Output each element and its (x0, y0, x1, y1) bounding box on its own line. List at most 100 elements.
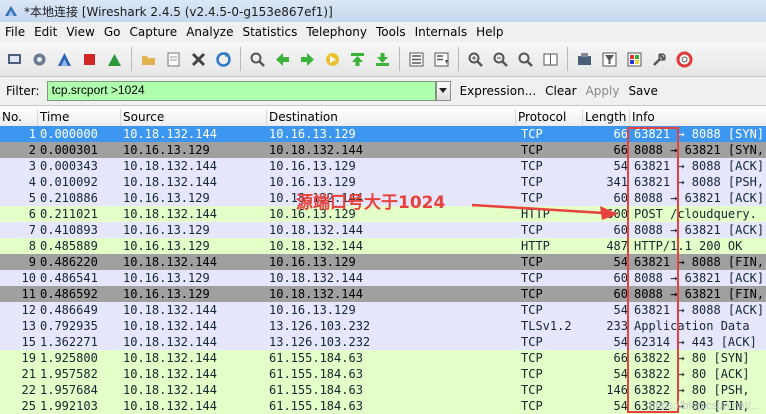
start-capture-button[interactable] (54, 49, 75, 70)
cell-length: 146 (606, 383, 628, 397)
cell-no: 8 (28, 239, 36, 253)
cell-protocol: TLSv1.2 (521, 319, 572, 333)
colorize-button[interactable] (406, 49, 427, 70)
column-source[interactable]: Source (121, 109, 267, 126)
cell-info: 63822 → 80 [ACK] (634, 367, 750, 381)
coloring-rules-button[interactable] (624, 49, 645, 70)
menu-go[interactable]: Go (100, 25, 125, 39)
cell-length: 487 (606, 239, 628, 253)
expression-button[interactable]: Expression... (460, 84, 537, 98)
cell-info: 8088 → 63821 [SYN, (634, 143, 765, 157)
menu-internals[interactable]: Internals (411, 25, 472, 39)
cell-destination: 10.18.132.144 (269, 271, 363, 285)
column-length[interactable]: Length (583, 109, 630, 126)
menu-file[interactable]: File (1, 25, 29, 39)
cell-info: 8088 → 63821 [ACK] (634, 191, 765, 205)
go-first-button[interactable] (347, 49, 368, 70)
packet-row[interactable]: 22 1.957684 10.18.132.144 61.155.184.63 TCP 1… (0, 382, 766, 398)
open-file-button[interactable] (138, 49, 159, 70)
find-packet-button[interactable] (247, 49, 268, 70)
interface-list-button[interactable] (4, 49, 25, 70)
packet-row[interactable]: 19 1.925800 10.18.132.144 61.155.184.63 TCP 6… (0, 350, 766, 366)
preferences-icon (653, 52, 666, 66)
column-no[interactable]: No. (0, 109, 38, 126)
zoom-in-button[interactable] (465, 49, 486, 70)
cell-protocol: TCP (521, 159, 543, 173)
cell-protocol: TCP (521, 383, 543, 397)
window-title: *本地连接 [Wireshark 2.4.5 (v2.4.5-0-g153e86… (24, 4, 333, 19)
zoom-normal-button[interactable] (515, 49, 536, 70)
packet-row[interactable]: 11 0.486592 10.16.13.129 10.18.132.144 TCP 60… (0, 286, 766, 302)
cell-protocol: TCP (521, 287, 543, 301)
auto-scroll-icon (434, 52, 449, 66)
packet-row[interactable]: 13 0.792935 10.18.132.144 13.126.103.232 TLS… (0, 318, 766, 334)
capture-options-button[interactable] (29, 49, 50, 70)
cell-protocol: TCP (521, 303, 543, 317)
packet-row[interactable]: 3 0.000343 10.18.132.144 10.16.13.129 TCP 54 6… (0, 158, 766, 174)
cell-source: 10.18.132.144 (123, 303, 217, 317)
go-back-button[interactable] (272, 49, 293, 70)
menu-tools[interactable]: Tools (372, 25, 410, 39)
wireshark-fin-icon (5, 6, 17, 16)
packet-row[interactable]: 12 0.486649 10.18.132.144 10.16.13.129 TCP 54… (0, 302, 766, 318)
resize-columns-button[interactable] (540, 49, 561, 70)
packet-row[interactable]: 15 1.362271 10.18.132.144 13.126.103.232 TCP… (0, 334, 766, 350)
packet-row[interactable]: 7 0.410893 10.16.13.129 10.18.132.144 TCP 60 8… (0, 222, 766, 238)
preferences-button[interactable] (649, 49, 670, 70)
menu-help[interactable]: Help (472, 25, 507, 39)
go-to-packet-button[interactable] (322, 49, 343, 70)
menu-telephony[interactable]: Telephony (302, 25, 371, 39)
menu-statistics[interactable]: Statistics (238, 25, 301, 39)
packet-list[interactable]: 1 0.000000 10.18.132.144 10.16.13.129 TCP 66 6… (0, 126, 766, 414)
column-destination[interactable]: Destination (267, 109, 516, 126)
packet-row[interactable]: 10 0.486541 10.16.13.129 10.18.132.144 TCP 60… (0, 270, 766, 286)
packet-row[interactable]: 21 1.957582 10.18.132.144 61.155.184.63 TCP 5… (0, 366, 766, 382)
cell-no: 4 (28, 175, 36, 189)
go-to-packet-icon (326, 52, 339, 66)
save-file-button[interactable] (163, 49, 184, 70)
cell-source: 10.18.132.144 (123, 255, 217, 269)
cell-info: POST /cloudquery. (634, 207, 757, 221)
restart-capture-icon (108, 53, 121, 66)
packet-row[interactable]: 8 0.485889 10.16.13.129 10.18.132.144 HTTP 48… (0, 238, 766, 254)
cell-destination: 13.126.103.232 (269, 335, 371, 349)
display-filter-input[interactable]: tcp.srcport >1024 (46, 81, 436, 101)
auto-scroll-button[interactable] (431, 49, 452, 70)
main-toolbar (0, 42, 766, 77)
menu-edit[interactable]: Edit (30, 25, 61, 39)
go-forward-button[interactable] (297, 49, 318, 70)
cell-info: Application Data (634, 319, 750, 333)
close-file-button[interactable] (188, 49, 209, 70)
cell-time: 1.957684 (40, 383, 98, 397)
filter-history-dropdown[interactable] (435, 81, 451, 101)
apply-button[interactable]: Apply (586, 84, 620, 98)
reload-file-button[interactable] (213, 49, 234, 70)
menu-view[interactable]: View (62, 25, 98, 39)
menu-analyze[interactable]: Analyze (182, 25, 237, 39)
save-filter-button[interactable]: Save (628, 84, 657, 98)
clear-button[interactable]: Clear (545, 84, 576, 98)
cell-source: 10.18.132.144 (123, 319, 217, 333)
cell-info: 8088 → 63821 [FIN, (634, 287, 765, 301)
display-filters-button[interactable] (599, 49, 620, 70)
packet-row[interactable]: 2 0.000301 10.16.13.129 10.18.132.144 TCP 66 8… (0, 142, 766, 158)
help-icon (676, 51, 693, 67)
menu-capture[interactable]: Capture (125, 25, 181, 39)
cell-destination: 10.18.132.144 (269, 239, 363, 253)
column-protocol[interactable]: Protocol (516, 109, 583, 126)
stop-capture-button[interactable] (79, 49, 100, 70)
help-button[interactable] (674, 49, 695, 70)
zoom-out-button[interactable] (490, 49, 511, 70)
capture-filters-button[interactable] (574, 49, 595, 70)
restart-capture-button[interactable] (104, 49, 125, 70)
cell-time: 0.000343 (40, 159, 98, 173)
cell-destination: 10.16.13.129 (269, 303, 356, 317)
cell-time: 0.485889 (40, 239, 98, 253)
column-info[interactable]: Info (630, 109, 766, 126)
packet-row[interactable]: 1 0.000000 10.18.132.144 10.16.13.129 TCP 66 6… (0, 126, 766, 142)
column-time[interactable]: Time (38, 109, 121, 126)
packet-row[interactable]: 9 0.486220 10.18.132.144 10.16.13.129 TCP 54 6… (0, 254, 766, 270)
cell-protocol: TCP (521, 271, 543, 285)
go-last-button[interactable] (372, 49, 393, 70)
cell-no: 15 (21, 335, 36, 349)
